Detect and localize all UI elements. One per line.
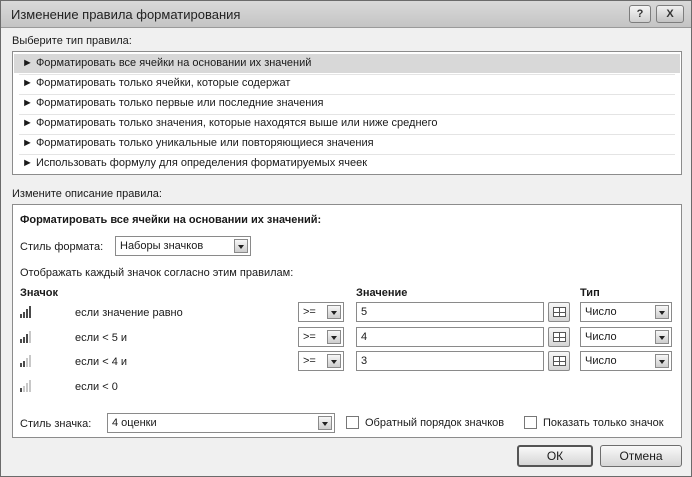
format-style-label: Стиль формата: (20, 241, 104, 253)
show-icon-only-label[interactable]: Показать только значок (543, 417, 664, 429)
description-heading: Измените описание правила: (12, 188, 162, 200)
rating-3-bars-icon (20, 331, 32, 343)
reverse-order-label[interactable]: Обратный порядок значков (365, 417, 504, 429)
section-title: Форматировать все ячейки на основании их… (20, 214, 322, 226)
operator-dropdown[interactable]: >= (298, 327, 344, 347)
operator-value: >= (303, 331, 316, 343)
ok-button[interactable]: ОК (517, 445, 593, 467)
rating-1-bar-icon (20, 380, 32, 392)
rating-4-bars-icon (20, 306, 32, 318)
row-condition: если < 0 (75, 381, 118, 393)
range-select-icon (553, 332, 566, 342)
type-value: Число (585, 331, 617, 343)
rule-type-item-above-below-average[interactable]: ► Форматировать только значения, которые… (14, 114, 680, 133)
icon-style-value: 4 оценки (112, 417, 157, 429)
title-bar: Изменение правила форматирования ? X (1, 1, 691, 28)
window-title: Изменение правила форматирования (11, 7, 241, 22)
chevron-down-icon[interactable] (234, 239, 248, 253)
close-button[interactable]: X (656, 5, 684, 23)
type-value: Число (585, 306, 617, 318)
icon-column-header: Значок (20, 287, 58, 299)
cell-reference-button[interactable] (548, 351, 570, 371)
chevron-down-icon[interactable] (655, 305, 669, 319)
operator-value: >= (303, 355, 316, 367)
value-input[interactable]: 3 (356, 351, 544, 371)
show-icon-only-checkbox[interactable] (524, 416, 537, 429)
rule-type-item-formula[interactable]: ► Использовать формулу для определения ф… (14, 154, 680, 173)
operator-dropdown[interactable]: >= (298, 351, 344, 371)
rule-type-item-all-cells[interactable]: ► Форматировать все ячейки на основании … (14, 54, 680, 73)
rule-type-heading: Выберите тип правила: (12, 35, 132, 47)
value-column-header: Значение (356, 287, 408, 299)
type-value: Число (585, 355, 617, 367)
type-column-header: Тип (580, 287, 600, 299)
reverse-order-checkbox[interactable] (346, 416, 359, 429)
value-input[interactable]: 4 (356, 327, 544, 347)
value-text: 3 (361, 355, 368, 367)
value-input[interactable]: 5 (356, 302, 544, 322)
operator-value: >= (303, 306, 316, 318)
value-text: 5 (361, 306, 368, 318)
display-hint: Отображать каждый значок согласно этим п… (20, 267, 294, 279)
chevron-down-icon[interactable] (655, 354, 669, 368)
chevron-down-icon[interactable] (327, 305, 341, 319)
cell-reference-button[interactable] (548, 302, 570, 322)
cell-reference-button[interactable] (548, 327, 570, 347)
type-dropdown[interactable]: Число (580, 327, 672, 347)
rule-description-panel: Форматировать все ячейки на основании их… (12, 204, 682, 438)
icon-style-label: Стиль значка: (20, 418, 92, 430)
rule-type-list: ► Форматировать все ячейки на основании … (12, 51, 682, 175)
row-condition: если значение равно (75, 307, 183, 319)
cancel-button[interactable]: Отмена (600, 445, 682, 467)
chevron-down-icon[interactable] (327, 354, 341, 368)
format-style-dropdown[interactable]: Наборы значков (115, 236, 251, 256)
rule-type-item-unique-duplicate[interactable]: ► Форматировать только уникальные или по… (14, 134, 680, 153)
rule-type-item-top-bottom[interactable]: ► Форматировать только первые или послед… (14, 94, 680, 113)
format-style-value: Наборы значков (120, 240, 204, 252)
icon-style-dropdown[interactable]: 4 оценки (107, 413, 335, 433)
type-dropdown[interactable]: Число (580, 351, 672, 371)
range-select-icon (553, 356, 566, 366)
rule-type-item-contains[interactable]: ► Форматировать только ячейки, которые с… (14, 74, 680, 93)
chevron-down-icon[interactable] (327, 330, 341, 344)
chevron-down-icon[interactable] (318, 416, 332, 430)
operator-dropdown[interactable]: >= (298, 302, 344, 322)
value-text: 4 (361, 331, 368, 343)
type-dropdown[interactable]: Число (580, 302, 672, 322)
range-select-icon (553, 307, 566, 317)
row-condition: если < 5 и (75, 332, 128, 344)
format-rule-dialog: Изменение правила форматирования ? X Выб… (0, 0, 692, 477)
row-condition: если < 4 и (75, 356, 128, 368)
help-button[interactable]: ? (629, 5, 651, 23)
rating-2-bars-icon (20, 355, 32, 367)
chevron-down-icon[interactable] (655, 330, 669, 344)
